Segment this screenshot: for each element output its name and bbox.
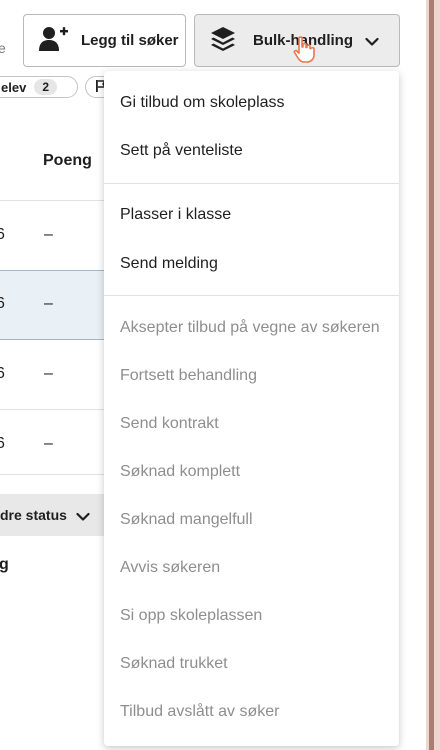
filter-chip-elev[interactable]: elev 2	[0, 76, 78, 98]
add-applicant-button[interactable]: Legg til søker	[23, 14, 186, 67]
menu-item-cancel-place[interactable]: Si opp skoleplassen	[120, 607, 262, 625]
menu-item-waitlist[interactable]: Sett på venteliste	[120, 142, 243, 160]
menu-item-offer-declined[interactable]: Tilbud avslått av søker	[120, 703, 279, 721]
menu-item-offer-place[interactable]: Gi tilbud om skoleplass	[120, 94, 285, 112]
cut-off-text: e	[0, 40, 6, 56]
add-applicant-label: Legg til søker	[81, 32, 179, 49]
cut-off-text: g	[0, 556, 9, 573]
menu-item-accept-offer[interactable]: Aksepter tilbud på vegne av søkeren	[120, 319, 380, 337]
menu-item-application-incomplete[interactable]: Søknad mangelfull	[120, 511, 253, 529]
table-divider	[0, 409, 105, 410]
menu-item-application-withdrawn[interactable]: Søknad trukket	[120, 655, 228, 673]
table-cell: 6	[0, 435, 5, 452]
table-cell: 6	[0, 295, 5, 312]
bulk-action-menu: Gi tilbud om skoleplass Sett på ventelis…	[104, 71, 399, 746]
menu-item-continue-processing[interactable]: Fortsett behandling	[120, 367, 257, 385]
menu-divider	[104, 183, 399, 184]
table-divider	[0, 200, 105, 201]
chevron-down-icon	[76, 509, 90, 525]
change-status-label: dre status	[0, 507, 67, 523]
filter-count-badge: 2	[34, 79, 57, 95]
table-cell: 6	[0, 226, 5, 243]
layers-icon	[209, 25, 237, 57]
table-divider	[0, 474, 105, 475]
table-cell-poeng: –	[44, 295, 53, 312]
menu-divider	[104, 295, 399, 296]
table-cell-poeng: –	[44, 226, 53, 243]
menu-item-application-complete[interactable]: Søknad komplett	[120, 463, 240, 481]
menu-item-send-contract[interactable]: Send kontrakt	[120, 415, 219, 433]
person-add-icon	[39, 25, 69, 57]
filter-chip-label: elev	[1, 79, 27, 95]
chevron-down-icon	[365, 34, 379, 51]
menu-item-reject-applicant[interactable]: Avvis søkeren	[120, 559, 220, 577]
change-status-button[interactable]: dre status	[0, 494, 105, 536]
table-cell: 6	[0, 365, 5, 382]
window-edge	[426, 0, 440, 750]
column-header-poeng[interactable]: Poeng	[43, 152, 92, 170]
hand-pointer-cursor-icon	[293, 36, 315, 69]
menu-item-send-message[interactable]: Send melding	[120, 255, 218, 273]
table-cell-poeng: –	[44, 365, 53, 382]
menu-item-place-in-class[interactable]: Plasser i klasse	[120, 206, 231, 224]
table-cell-poeng: –	[44, 435, 53, 452]
